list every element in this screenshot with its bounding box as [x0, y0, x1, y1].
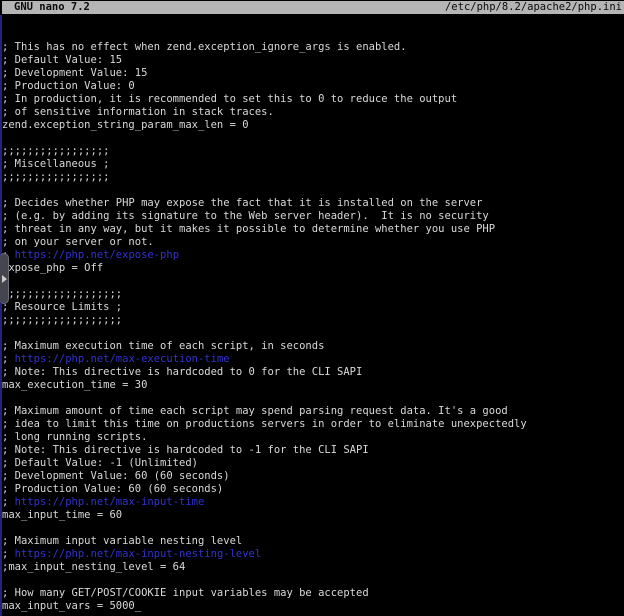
expand-arrow-icon — [2, 275, 7, 283]
editor-line: zend.exception_string_param_max_len = 0 — [2, 119, 624, 132]
editor-line: ; Miscellaneous ; — [2, 158, 624, 171]
nano-titlebar: GNU nano 7.2 /etc/php/8.2/apache2/php.in… — [2, 1, 624, 14]
editor-line: ;;;;;;;;;;;;;;;;;;; — [2, 288, 624, 301]
editor-line: ; idea to limit this time on productions… — [2, 418, 624, 431]
editor-line: ; https://php.net/expose-php — [2, 249, 624, 262]
editor-line: ;;;;;;;;;;;;;;;;;;; — [2, 314, 624, 327]
php-doc-url: https://php.net/max-input-nesting-level — [15, 548, 262, 560]
nano-version-label: GNU nano 7.2 — [2, 1, 90, 14]
editor-line: ;;;;;;;;;;;;;;;;; — [2, 145, 624, 158]
editor-line: ; https://php.net/max-input-time — [2, 496, 624, 509]
terminal-screen: GNU nano 7.2 /etc/php/8.2/apache2/php.in… — [0, 0, 624, 616]
editor-line — [2, 327, 624, 340]
editor-line: ; Production Value: 60 (60 seconds) — [2, 483, 624, 496]
editor-line — [2, 522, 624, 535]
editor-line: ; of sensitive information in stack trac… — [2, 106, 624, 119]
editor-line: ; How many GET/POST/COOKIE input variabl… — [2, 587, 624, 600]
editor-line: ; long running scripts. — [2, 431, 624, 444]
editor-line: ;;;;;;;;;;;;;;;;; — [2, 171, 624, 184]
text-cursor: _ — [135, 600, 141, 612]
editor-line — [2, 574, 624, 587]
editor-line: ; (e.g. by adding its signature to the W… — [2, 210, 624, 223]
editor-line: ; Maximum amount of time each script may… — [2, 405, 624, 418]
editor-line: ; threat in any way, but it makes it pos… — [2, 223, 624, 236]
editor-line: expose_php = Off — [2, 262, 624, 275]
editor-line: ; Default Value: -1 (Unlimited) — [2, 457, 624, 470]
editor-line: max_input_time = 60 — [2, 509, 624, 522]
editor-area[interactable]: ; This has no effect when zend.exception… — [0, 15, 624, 616]
editor-line: ;max_input_nesting_level = 64 — [2, 561, 624, 574]
editor-line: ; Decides whether PHP may expose the fac… — [2, 197, 624, 210]
editor-line — [2, 132, 624, 145]
editor-line: ; Note: This directive is hardcoded to 0… — [2, 366, 624, 379]
editor-line — [2, 184, 624, 197]
editor-line: ; Resource Limits ; — [2, 301, 624, 314]
php-doc-url: https://php.net/max-input-time — [15, 496, 205, 508]
editor-line — [2, 392, 624, 405]
php-doc-url: https://php.net/expose-php — [15, 249, 179, 261]
editor-lines: ; This has no effect when zend.exception… — [2, 41, 624, 616]
editor-line: ; Development Value: 15 — [2, 67, 624, 80]
editor-line: ; Development Value: 60 (60 seconds) — [2, 470, 624, 483]
editor-line: ; This has no effect when zend.exception… — [2, 41, 624, 54]
editor-line: ; Default Value: 15 — [2, 54, 624, 67]
editor-line: ; Production Value: 0 — [2, 80, 624, 93]
editor-line: max_execution_time = 30 — [2, 379, 624, 392]
editor-line — [2, 275, 624, 288]
control-bar-handle[interactable] — [0, 253, 9, 304]
editor-line: ; Note: This directive is hardcoded to -… — [2, 444, 624, 457]
editor-line: ; Maximum input variable nesting level — [2, 535, 624, 548]
editor-line: ; https://php.net/max-input-nesting-leve… — [2, 548, 624, 561]
editor-line: ; Maximum execution time of each script,… — [2, 340, 624, 353]
editor-line: ; on your server or not. — [2, 236, 624, 249]
editor-line: ; In production, it is recommended to se… — [2, 93, 624, 106]
editor-line: ; https://php.net/max-execution-time — [2, 353, 624, 366]
php-doc-url: https://php.net/max-execution-time — [15, 353, 230, 365]
editor-line: max_input_vars = 5000_ — [2, 600, 624, 613]
open-file-path: /etc/php/8.2/apache2/php.ini — [445, 1, 624, 14]
